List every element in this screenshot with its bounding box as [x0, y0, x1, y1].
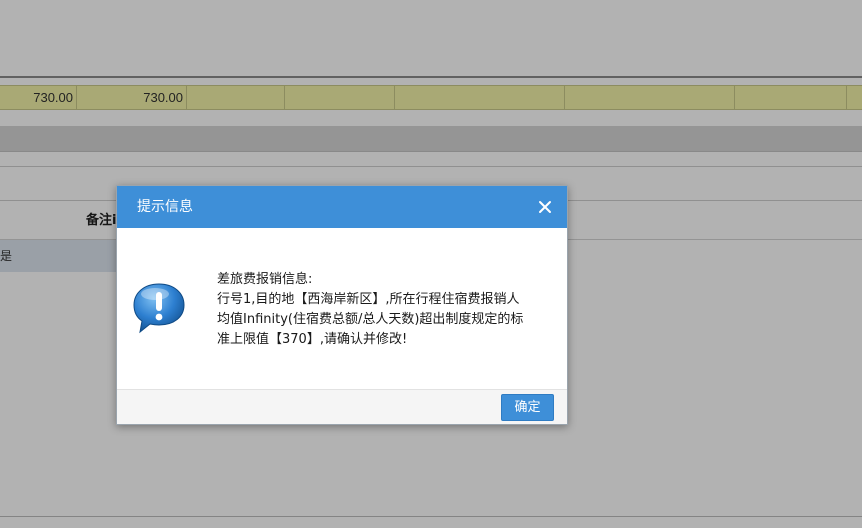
- message-dialog: 提示信息 差旅费报销信息: 行号1,目的地【西海岸新区】,所在行程住宿费报销人 …: [116, 185, 568, 425]
- message-line: 差旅费报销信息:: [217, 272, 313, 287]
- message-line: 行号1,目的地【西海岸新区】,所在行程住宿费报销人: [217, 292, 520, 307]
- dialog-title: 提示信息: [137, 199, 193, 215]
- dialog-footer: 确定: [117, 389, 567, 424]
- close-icon[interactable]: [533, 195, 557, 219]
- message-line: 均值Infinity(住宿费总额/总人天数)超出制度规定的标: [217, 312, 524, 327]
- dialog-body: 差旅费报销信息: 行号1,目的地【西海岸新区】,所在行程住宿费报销人 均值Inf…: [117, 228, 567, 389]
- dialog-header: 提示信息: [117, 186, 567, 228]
- dialog-message: 差旅费报销信息: 行号1,目的地【西海岸新区】,所在行程住宿费报销人 均值Inf…: [217, 270, 557, 350]
- message-line: 准上限值【370】,请确认并修改!: [217, 332, 408, 347]
- info-speech-bubble-icon: [131, 282, 187, 336]
- ok-button[interactable]: 确定: [501, 394, 554, 421]
